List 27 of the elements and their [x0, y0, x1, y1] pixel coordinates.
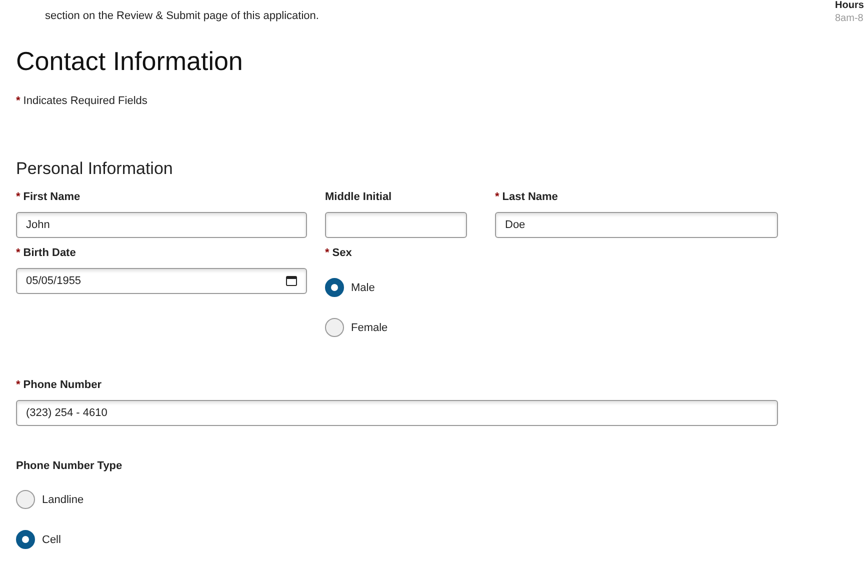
radio-label[interactable]: Landline: [42, 494, 84, 506]
required-note: * Indicates Required Fields: [16, 95, 148, 107]
field-label: * Birth Date: [16, 247, 77, 259]
field-label: Phone Number Type: [16, 460, 122, 472]
calendar-icon[interactable]: [286, 276, 297, 286]
field-label: * First Name: [16, 191, 82, 203]
radio-button[interactable]: [325, 318, 344, 337]
hours-heading: Hours: [835, 0, 865, 11]
radio-label[interactable]: Female: [351, 322, 388, 334]
field-label: * Phone Number: [16, 379, 103, 391]
radio-button[interactable]: [16, 530, 35, 549]
phone-field[interactable]: (323) 254 - 4610: [16, 400, 778, 426]
date-field[interactable]: 05/05/1955: [16, 268, 307, 294]
field-label: * Sex: [325, 247, 353, 259]
radio-button[interactable]: [16, 490, 35, 509]
text-field[interactable]: [325, 212, 467, 238]
radio-label[interactable]: Cell: [42, 534, 61, 546]
field-label: * Last Name: [495, 191, 559, 203]
text-field[interactable]: John: [16, 212, 307, 238]
notice-text: section on the Review & Submit page of this application.: [44, 9, 319, 24]
radio-button[interactable]: [325, 278, 344, 297]
radio-label[interactable]: Male: [351, 282, 375, 294]
text-field[interactable]: Doe: [495, 212, 778, 238]
field-label: Middle Initial: [325, 191, 393, 203]
page-title: Contact Information: [16, 46, 244, 77]
section-title: Personal Information: [16, 159, 174, 179]
hours-text: 8am-8: [835, 13, 864, 24]
